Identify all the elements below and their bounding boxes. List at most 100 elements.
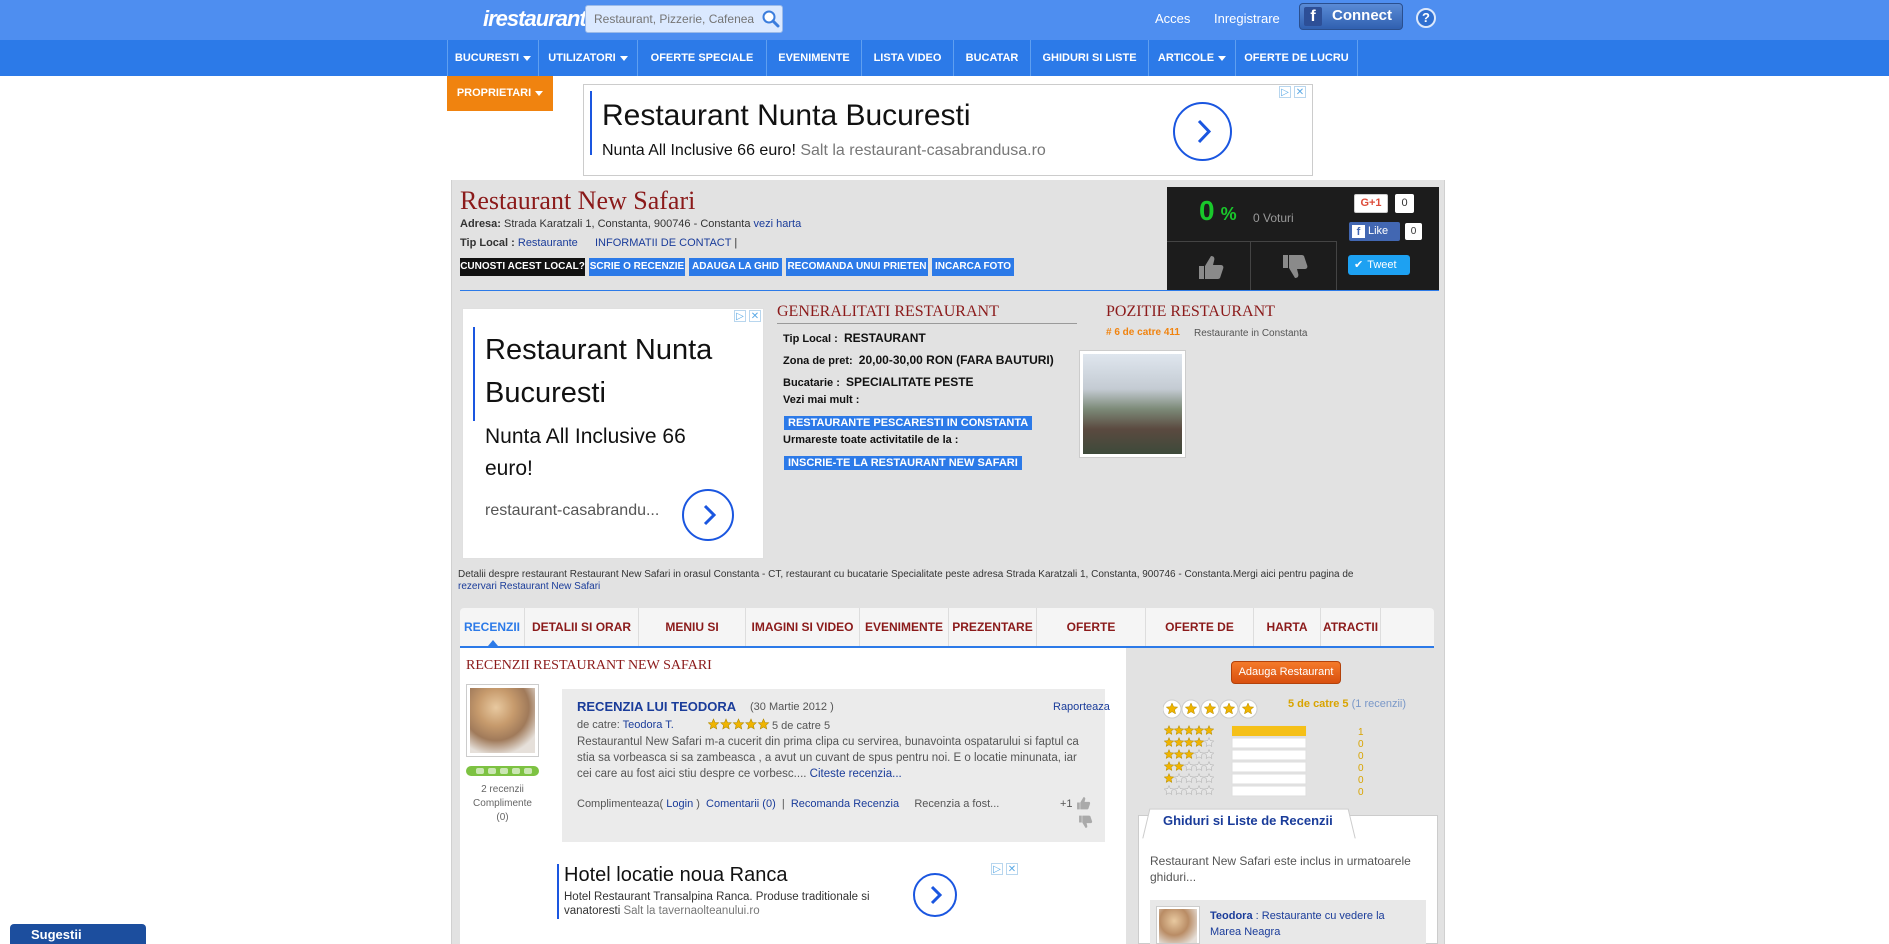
close-icon[interactable]: ✕ — [749, 310, 761, 322]
nav-label: BUCATAR — [965, 52, 1019, 64]
google-plus-count: 0 — [1395, 194, 1414, 213]
nav-bucuresti[interactable]: BUCURESTI — [447, 40, 539, 76]
ad-title[interactable]: Restaurant Nunta Bucuresti — [485, 329, 735, 415]
side-ad-banner[interactable]: Restaurant Nunta Bucuresti Nunta All Inc… — [462, 308, 764, 559]
login-link[interactable]: Login — [666, 798, 693, 810]
tab-detalii-si-orar[interactable]: DETALII SI ORAR — [525, 608, 639, 646]
comments-link[interactable]: Comentarii (0) — [706, 798, 776, 810]
nav-label: OFERTE SPECIALE — [650, 52, 754, 64]
thumbs-up-button[interactable] — [1167, 241, 1251, 290]
nav-oferte-speciale[interactable]: OFERTE SPECIALE — [638, 40, 767, 76]
search-icon[interactable] — [762, 10, 780, 28]
chevron-right-icon[interactable] — [913, 873, 957, 917]
chevron-right-icon[interactable] — [682, 489, 734, 541]
report-link[interactable]: Raporteaza — [1053, 701, 1110, 713]
recommend-friend-button[interactable]: RECOMANDA UNUI PRIETEN — [786, 258, 928, 276]
nav-oferte-de-lucru[interactable]: OFERTE DE LUCRU — [1236, 40, 1358, 76]
star-empty-icon — [1163, 784, 1175, 796]
recommend-review-link[interactable]: Recomanda Recenzia — [791, 798, 899, 810]
rating-bar-count: 0 — [1358, 763, 1364, 774]
tab-recenzii[interactable]: RECENZII — [460, 608, 525, 646]
star-empty-icon — [1183, 784, 1195, 796]
tab-evenimente[interactable]: EVENIMENTE — [860, 608, 949, 646]
avatar[interactable] — [466, 684, 539, 757]
guides-tab[interactable]: Ghiduri si Liste de Recenzii — [1163, 813, 1333, 828]
review-title[interactable]: RECENZIA LUI TEODORA — [577, 699, 736, 714]
star-empty-icon — [1193, 748, 1205, 760]
suggestions-tab[interactable]: Sugestii — [10, 924, 146, 944]
subscribe-link[interactable]: INSCRIE-TE LA RESTAURANT NEW SAFARI — [784, 453, 1022, 471]
adchoices-icon[interactable]: ▷ — [734, 310, 746, 322]
star-filled-icon — [1163, 724, 1175, 736]
contact-link[interactable]: INFORMATII DE CONTACT — [595, 237, 731, 249]
nav-bucatar[interactable]: BUCATAR — [954, 40, 1031, 76]
star-empty-icon — [1193, 784, 1205, 796]
thumbs-down-button[interactable] — [1251, 241, 1337, 290]
tweet-button[interactable]: ✔ Tweet — [1348, 255, 1410, 275]
vote-count: 0 Voturi — [1253, 211, 1294, 225]
tab-prezentare[interactable]: PREZENTARE — [949, 608, 1037, 646]
register-link[interactable]: Inregistrare — [1214, 11, 1280, 26]
adchoices-icon[interactable]: ▷ — [1279, 86, 1291, 98]
guide-entry: Teodora : Restaurante cu vedere la Marea… — [1210, 910, 1385, 938]
thumbs-up-icon[interactable] — [1076, 796, 1091, 810]
nav-lista-video[interactable]: LISTA VIDEO — [862, 40, 954, 76]
restaurant-name: Restaurant New Safari — [460, 186, 696, 215]
nav-ghiduri-si-liste[interactable]: GHIDURI SI LISTE — [1031, 40, 1149, 76]
close-icon[interactable]: ✕ — [1006, 863, 1018, 875]
ad-accent-bar — [557, 864, 559, 919]
ad-title[interactable]: Hotel locatie noua Ranca — [564, 864, 787, 887]
top-ad-banner[interactable]: Restaurant Nunta Bucuresti Nunta All Inc… — [583, 84, 1313, 176]
avatar — [1156, 906, 1200, 944]
bottom-ad-banner[interactable]: Hotel locatie noua Ranca Hotel Restauran… — [555, 862, 1021, 944]
star-filled-icon — [745, 718, 757, 730]
type-link[interactable]: Restaurante — [518, 237, 578, 249]
add-to-guide-button[interactable]: ADAUGA LA GHID — [689, 258, 782, 276]
facebook-like-button[interactable]: f Like — [1349, 222, 1400, 241]
seafood-restaurants-link[interactable]: RESTAURANTE PESCARESTI IN CONSTANTA — [784, 413, 1033, 431]
upload-photo-button[interactable]: INCARCA FOTO — [932, 258, 1014, 276]
thumbs-down-icon[interactable] — [1078, 815, 1093, 829]
restaurant-photo[interactable] — [1079, 350, 1186, 458]
tab-imagini-si-video[interactable]: IMAGINI SI VIDEO — [746, 608, 860, 646]
ad-title[interactable]: Restaurant Nunta Bucuresti — [602, 99, 971, 133]
guide-user[interactable]: Teodora — [1210, 910, 1253, 922]
map-link[interactable]: vezi harta — [754, 218, 802, 230]
facebook-connect-button[interactable]: f Connect — [1299, 3, 1403, 30]
close-icon[interactable]: ✕ — [1294, 86, 1306, 98]
nav-evenimente[interactable]: EVENIMENTE — [767, 40, 862, 76]
nav-utilizatori[interactable]: UTILIZATORI — [539, 40, 638, 76]
google-plus-button[interactable]: G+1 — [1354, 194, 1388, 213]
tab-oferte-de-lucru[interactable]: OFERTE DE LUCRU — [1146, 608, 1254, 672]
nav-proprietari[interactable]: PROPRIETARI — [447, 76, 553, 111]
tab-harta[interactable]: HARTA — [1254, 608, 1321, 646]
read-more-link[interactable]: Citeste recenzia... — [810, 768, 902, 780]
facebook-like-count: 0 — [1405, 223, 1422, 240]
write-review-button[interactable]: SCRIE O RECENZIE — [589, 258, 685, 276]
chevron-right-icon[interactable] — [1173, 102, 1232, 161]
tab-oferte-speciale[interactable]: OFERTE SPECIALE — [1037, 608, 1146, 672]
general-type: Tip Local : RESTAURANT — [783, 331, 926, 345]
star-empty-icon — [1203, 760, 1215, 772]
help-icon[interactable]: ? — [1416, 8, 1436, 28]
review-author-link[interactable]: Teodora T. — [623, 719, 674, 731]
star-empty-icon — [1193, 772, 1205, 784]
know-place-button[interactable]: CUNOSTI ACEST LOCAL? — [460, 258, 585, 276]
reservations-link[interactable]: rezervari Restaurant New Safari — [458, 581, 600, 592]
site-logo[interactable]: irestaurant — [483, 6, 587, 32]
guide-item[interactable]: Teodora : Restaurante cu vedere la Marea… — [1150, 900, 1426, 944]
twitter-icon: ✔ — [1354, 259, 1364, 271]
ad-link[interactable]: restaurant-casabrandu... — [485, 502, 659, 520]
ad-text: Hotel Restaurant Transalpina Ranca. Prod… — [564, 891, 870, 917]
tab-meniu-si-preturi[interactable]: MENIU SI PRETURI — [639, 608, 746, 672]
adchoices-icon[interactable]: ▷ — [991, 863, 1003, 875]
nav-articole[interactable]: ARTICOLE — [1149, 40, 1236, 76]
tab-atractii[interactable]: ATRACTII — [1321, 608, 1381, 646]
reviewer-stats: 2 recenzii Complimente (0) — [473, 784, 532, 823]
facebook-icon: f — [1304, 7, 1322, 26]
acces-link[interactable]: Acces — [1155, 11, 1190, 26]
search-input[interactable] — [592, 11, 756, 27]
contact-info: INFORMATII DE CONTACT | — [595, 237, 738, 249]
position-link[interactable]: Restaurante in Constanta — [1194, 328, 1307, 339]
add-restaurant-button[interactable]: Adauga Restaurant — [1231, 661, 1341, 684]
